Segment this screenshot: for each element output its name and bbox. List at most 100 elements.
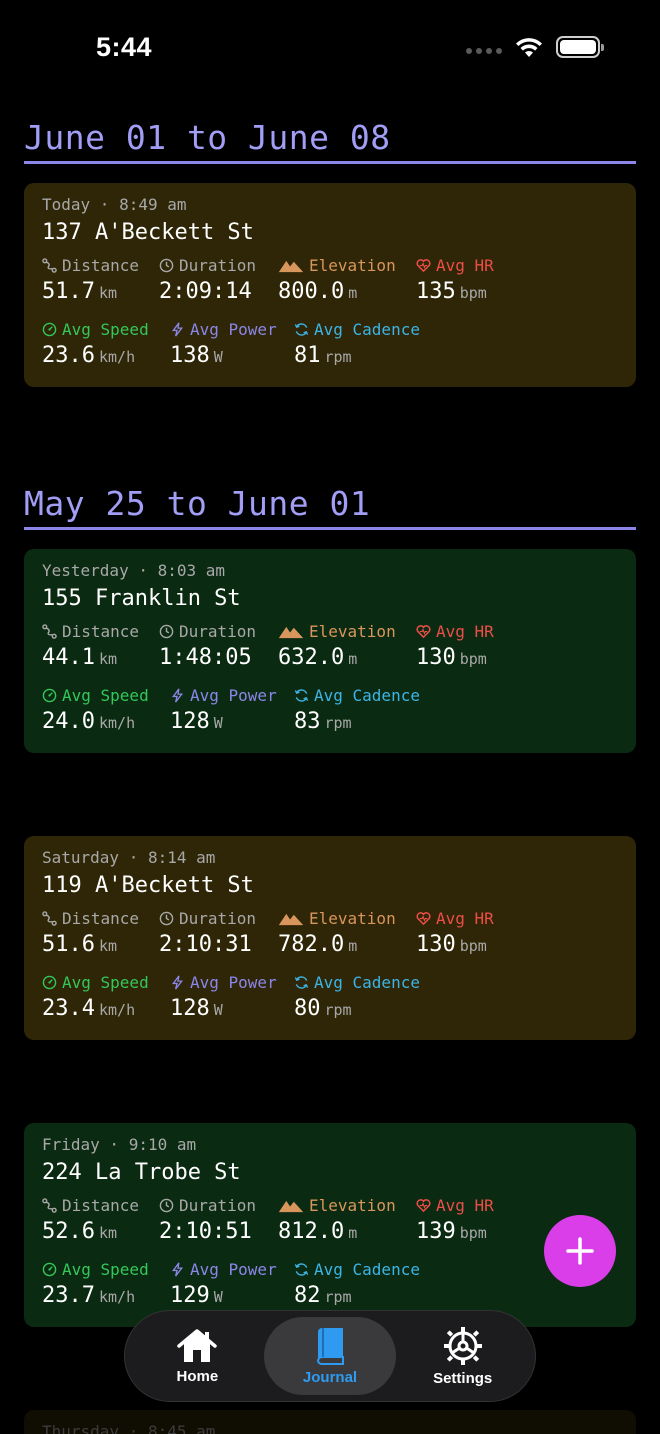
avg-speed-value: 24.0 km/h bbox=[42, 709, 136, 734]
avg-speed-label: Avg Speed bbox=[42, 686, 149, 705]
avg-hr-label: Avg HR bbox=[416, 256, 494, 275]
avg-speed-label: Avg Speed bbox=[42, 1260, 149, 1279]
elevation-label: Elevation bbox=[278, 622, 396, 641]
duration-value: 2:10:51 bbox=[159, 1219, 252, 1244]
duration-value: 2:09:14 bbox=[159, 279, 252, 304]
metric-labels-row-2: Avg Speed Avg Power Avg Cadence bbox=[42, 683, 618, 707]
add-ride-button[interactable] bbox=[544, 1215, 616, 1287]
avg-hr-value: 139 bpm bbox=[416, 1219, 487, 1244]
route-icon bbox=[42, 911, 57, 926]
avg-cadence-label: Avg Cadence bbox=[294, 1260, 420, 1279]
metric-labels-row-2: Avg Speed Avg Power Avg Cadence bbox=[42, 970, 618, 994]
tab-home[interactable]: Home bbox=[131, 1317, 264, 1395]
elevation-value: 782.0 m bbox=[278, 932, 358, 957]
avg-power-value: 128 W bbox=[170, 996, 223, 1021]
metric-values-row: 44.1 km 1:48:05 632.0 m 130 bpm bbox=[42, 643, 618, 677]
avg-cadence-label: Avg Cadence bbox=[294, 973, 420, 992]
avg-cadence-value: 80 rpm bbox=[294, 996, 352, 1021]
cycle-arrows-icon bbox=[294, 323, 309, 336]
avg-hr-label: Avg HR bbox=[416, 622, 494, 641]
avg-cadence-label: Avg Cadence bbox=[294, 320, 420, 339]
section-header: May 25 to June 01 bbox=[24, 482, 636, 530]
ride-title: 119 A'Beckett St bbox=[42, 873, 254, 898]
avg-power-label: Avg Power bbox=[170, 320, 277, 339]
cycle-arrows-icon bbox=[294, 976, 309, 989]
avg-speed-value: 23.7 km/h bbox=[42, 1283, 136, 1308]
avg-cadence-label: Avg Cadence bbox=[294, 686, 420, 705]
duration-value: 2:10:31 bbox=[159, 932, 252, 957]
ride-date: Today · 8:49 am bbox=[42, 195, 187, 214]
avg-power-value: 138 W bbox=[170, 343, 223, 368]
bolt-icon bbox=[171, 975, 184, 990]
clock-icon bbox=[159, 624, 174, 639]
book-icon bbox=[316, 1327, 344, 1365]
avg-cadence-value: 82 rpm bbox=[294, 1283, 352, 1308]
mountain-icon bbox=[278, 1200, 304, 1213]
avg-hr-value: 130 bpm bbox=[416, 932, 487, 957]
route-icon bbox=[42, 1198, 57, 1213]
distance-value: 51.7 km bbox=[42, 279, 118, 304]
tab-bar: Home Journal Settings bbox=[124, 1310, 536, 1402]
avg-power-label: Avg Power bbox=[170, 1260, 277, 1279]
tab-label: Settings bbox=[433, 1369, 493, 1387]
cycle-arrows-icon bbox=[294, 689, 309, 702]
ride-title: 155 Franklin St bbox=[42, 586, 241, 611]
avg-power-value: 128 W bbox=[170, 709, 223, 734]
speedometer-icon bbox=[42, 322, 57, 337]
avg-power-label: Avg Power bbox=[170, 973, 277, 992]
ride-card[interactable]: Friday · 9:10 am 224 La Trobe St Distanc… bbox=[24, 1123, 636, 1327]
clock-icon bbox=[159, 1198, 174, 1213]
status-bar: 5:44 bbox=[0, 0, 660, 96]
wifi-icon bbox=[516, 38, 542, 57]
speedometer-icon bbox=[42, 1262, 57, 1277]
duration-label: Duration bbox=[159, 1196, 256, 1215]
distance-value: 51.6 km bbox=[42, 932, 118, 957]
distance-label: Distance bbox=[42, 256, 139, 275]
metric-values-row: 51.7 km 2:09:14 800.0 m 135 bpm bbox=[42, 277, 618, 311]
gear-icon bbox=[443, 1326, 482, 1365]
avg-speed-label: Avg Speed bbox=[42, 320, 149, 339]
avg-power-label: Avg Power bbox=[170, 686, 277, 705]
avg-speed-value: 23.6 km/h bbox=[42, 343, 136, 368]
bolt-icon bbox=[171, 688, 184, 703]
section-title: June 01 to June 08 bbox=[24, 118, 391, 157]
duration-label: Duration bbox=[159, 256, 256, 275]
bolt-icon bbox=[171, 322, 184, 337]
distance-label: Distance bbox=[42, 622, 139, 641]
heart-icon bbox=[416, 912, 431, 926]
clock-icon bbox=[159, 911, 174, 926]
metric-labels-row: Distance Duration Elevation Avg HR bbox=[42, 253, 618, 277]
avg-hr-label: Avg HR bbox=[416, 1196, 494, 1215]
tab-settings[interactable]: Settings bbox=[396, 1317, 529, 1395]
elevation-value: 800.0 m bbox=[278, 279, 358, 304]
mountain-icon bbox=[278, 913, 304, 926]
avg-speed-value: 23.4 km/h bbox=[42, 996, 136, 1021]
ride-card[interactable]: Saturday · 8:14 am 119 A'Beckett St Dist… bbox=[24, 836, 636, 1040]
elevation-label: Elevation bbox=[278, 1196, 396, 1215]
avg-power-value: 129 W bbox=[170, 1283, 223, 1308]
tab-label: Journal bbox=[302, 1368, 358, 1386]
metric-values-row-2: 23.6 km/h 138 W 81 rpm bbox=[42, 341, 618, 375]
tab-journal[interactable]: Journal bbox=[263, 1317, 397, 1395]
metric-labels-row-2: Avg Speed Avg Power Avg Cadence bbox=[42, 317, 618, 341]
ride-date: Friday · 9:10 am bbox=[42, 1135, 197, 1154]
metric-values-row: 51.6 km 2:10:31 782.0 m 130 bpm bbox=[42, 930, 618, 964]
section-header: June 01 to June 08 bbox=[24, 116, 636, 164]
ride-card-partial[interactable]: Thursday · 8:45 am bbox=[24, 1410, 636, 1434]
heart-icon bbox=[416, 625, 431, 639]
heart-icon bbox=[416, 1199, 431, 1213]
ride-card[interactable]: Today · 8:49 am 137 A'Beckett St Distanc… bbox=[24, 183, 636, 387]
ride-date: Thursday · 8:45 am bbox=[42, 1422, 216, 1434]
status-time: 5:44 bbox=[96, 32, 153, 62]
status-icons bbox=[466, 36, 604, 58]
ride-card[interactable]: Yesterday · 8:03 am 155 Franklin St Dist… bbox=[24, 549, 636, 753]
speedometer-icon bbox=[42, 688, 57, 703]
avg-speed-label: Avg Speed bbox=[42, 973, 149, 992]
duration-label: Duration bbox=[159, 622, 256, 641]
ride-date: Yesterday · 8:03 am bbox=[42, 561, 226, 580]
heart-icon bbox=[416, 259, 431, 273]
ride-title: 224 La Trobe St bbox=[42, 1160, 241, 1185]
duration-value: 1:48:05 bbox=[159, 645, 252, 670]
distance-label: Distance bbox=[42, 1196, 139, 1215]
elevation-value: 812.0 m bbox=[278, 1219, 358, 1244]
